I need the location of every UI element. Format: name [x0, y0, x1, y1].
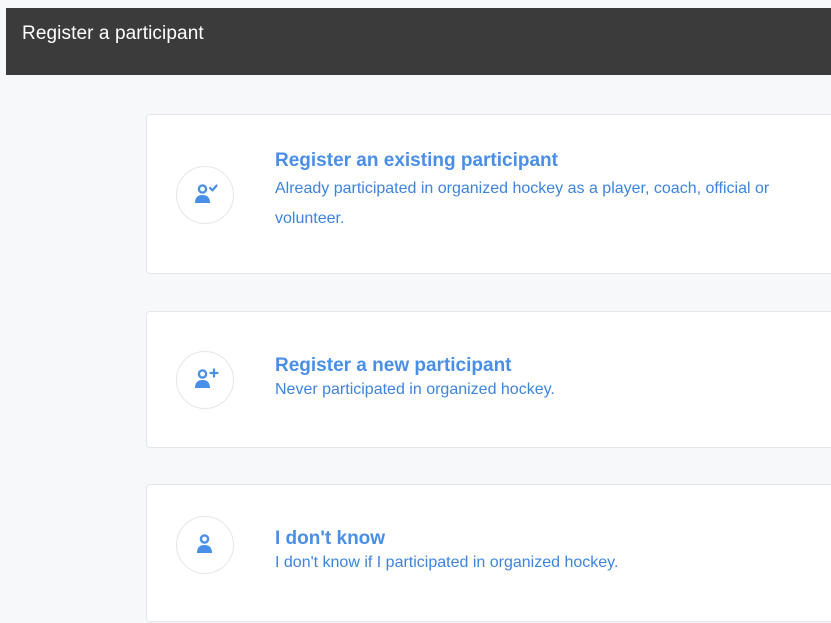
option-text: I don't know I don't know if I participa…: [275, 527, 825, 575]
option-description: Never participated in organized hockey.: [275, 381, 555, 398]
option-text: Register a new participant Never partici…: [275, 354, 825, 402]
user-plus-icon: [176, 351, 234, 409]
page: Register a participant Register an exist…: [0, 0, 831, 623]
option-title: Register an existing participant: [275, 150, 558, 171]
user-icon: [176, 516, 234, 574]
option-text: Register an existing participant Already…: [275, 149, 825, 234]
register-existing-participant-option[interactable]: Register an existing participant Already…: [146, 114, 831, 274]
option-description: Already participated in organized hockey…: [275, 180, 770, 227]
option-title: I don't know: [275, 528, 386, 549]
option-description: I don't know if I participated in organi…: [275, 554, 619, 571]
user-check-icon: [176, 166, 234, 224]
dont-know-option[interactable]: I don't know I don't know if I participa…: [146, 484, 831, 622]
option-title: Register a new participant: [275, 355, 512, 376]
page-header: Register a participant: [6, 8, 831, 75]
register-new-participant-option[interactable]: Register a new participant Never partici…: [146, 311, 831, 448]
page-title: Register a participant: [22, 23, 204, 44]
